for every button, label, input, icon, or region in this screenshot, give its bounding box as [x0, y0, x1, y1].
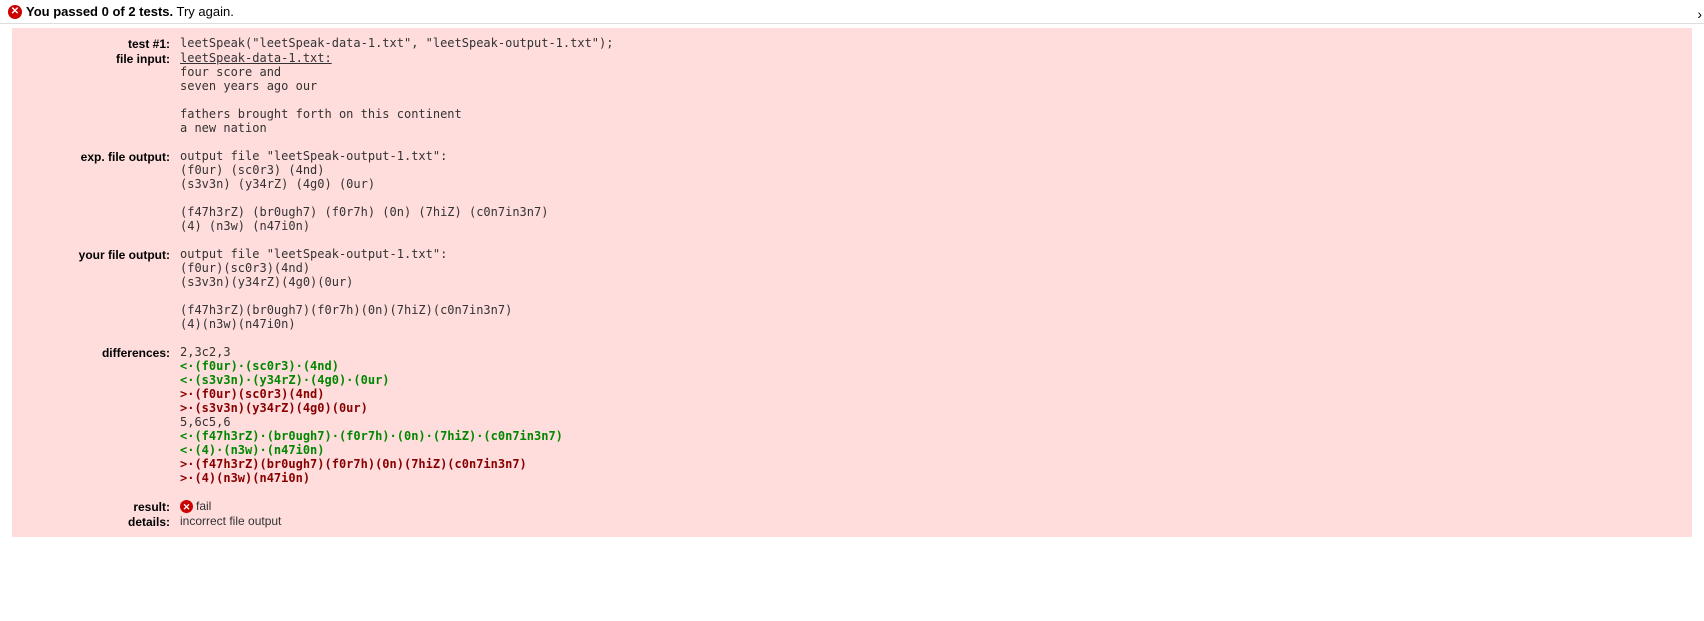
error-icon: ✕ — [8, 5, 22, 19]
label-exp-output: exp. file output: — [20, 149, 180, 233]
details-value: incorrect file output — [180, 514, 281, 529]
diff-line: <·(f47h3rZ)·(br0ugh7)·(f0r7h)·(0n)·(7hiZ… — [180, 429, 563, 443]
label-details: details: — [20, 514, 180, 529]
close-icon[interactable]: › — [1697, 6, 1702, 22]
diff-line: >·(f47h3rZ)(br0ugh7)(f0r7h)(0n)(7hiZ)(c0… — [180, 457, 527, 471]
status-text: You passed 0 of 2 tests. Try again. — [26, 4, 234, 19]
label-differences: differences: — [20, 345, 180, 485]
diff-line: <·(f0ur)·(sc0r3)·(4nd) — [180, 359, 339, 373]
your-output-content: output file "leetSpeak-output-1.txt": (f… — [180, 247, 512, 331]
diff-line: 5,6c5,6 — [180, 415, 231, 429]
diff-line: >·(4)(n3w)(n47i0n) — [180, 471, 310, 485]
test-call: leetSpeak("leetSpeak-data-1.txt", "leetS… — [180, 36, 613, 51]
label-your-output: your file output: — [20, 247, 180, 331]
diff-line: <·(4)·(n3w)·(n47i0n) — [180, 443, 325, 457]
exp-output-content: output file "leetSpeak-output-1.txt": (f… — [180, 149, 548, 233]
file-input-link[interactable]: leetSpeak-data-1.txt: — [180, 51, 332, 65]
label-result: result: — [20, 499, 180, 514]
file-input-content: leetSpeak-data-1.txt: four score and sev… — [180, 51, 462, 135]
diff-line: >·(f0ur)(sc0r3)(4nd) — [180, 387, 325, 401]
status-header: ✕ You passed 0 of 2 tests. Try again. › — [0, 0, 1704, 24]
fail-icon: ✕ — [180, 500, 193, 513]
test-panel: test #1: leetSpeak("leetSpeak-data-1.txt… — [12, 28, 1692, 537]
diff-line: 2,3c2,3 — [180, 345, 231, 359]
diff-line: >·(s3v3n)(y34rZ)(4g0)(0ur) — [180, 401, 368, 415]
label-file-input: file input: — [20, 51, 180, 135]
diff-line: <·(s3v3n)·(y34rZ)·(4g0)·(0ur) — [180, 373, 390, 387]
diff-content: 2,3c2,3 <·(f0ur)·(sc0r3)·(4nd) <·(s3v3n)… — [180, 345, 563, 485]
label-test: test #1: — [20, 36, 180, 51]
result-value: ✕fail — [180, 499, 211, 514]
